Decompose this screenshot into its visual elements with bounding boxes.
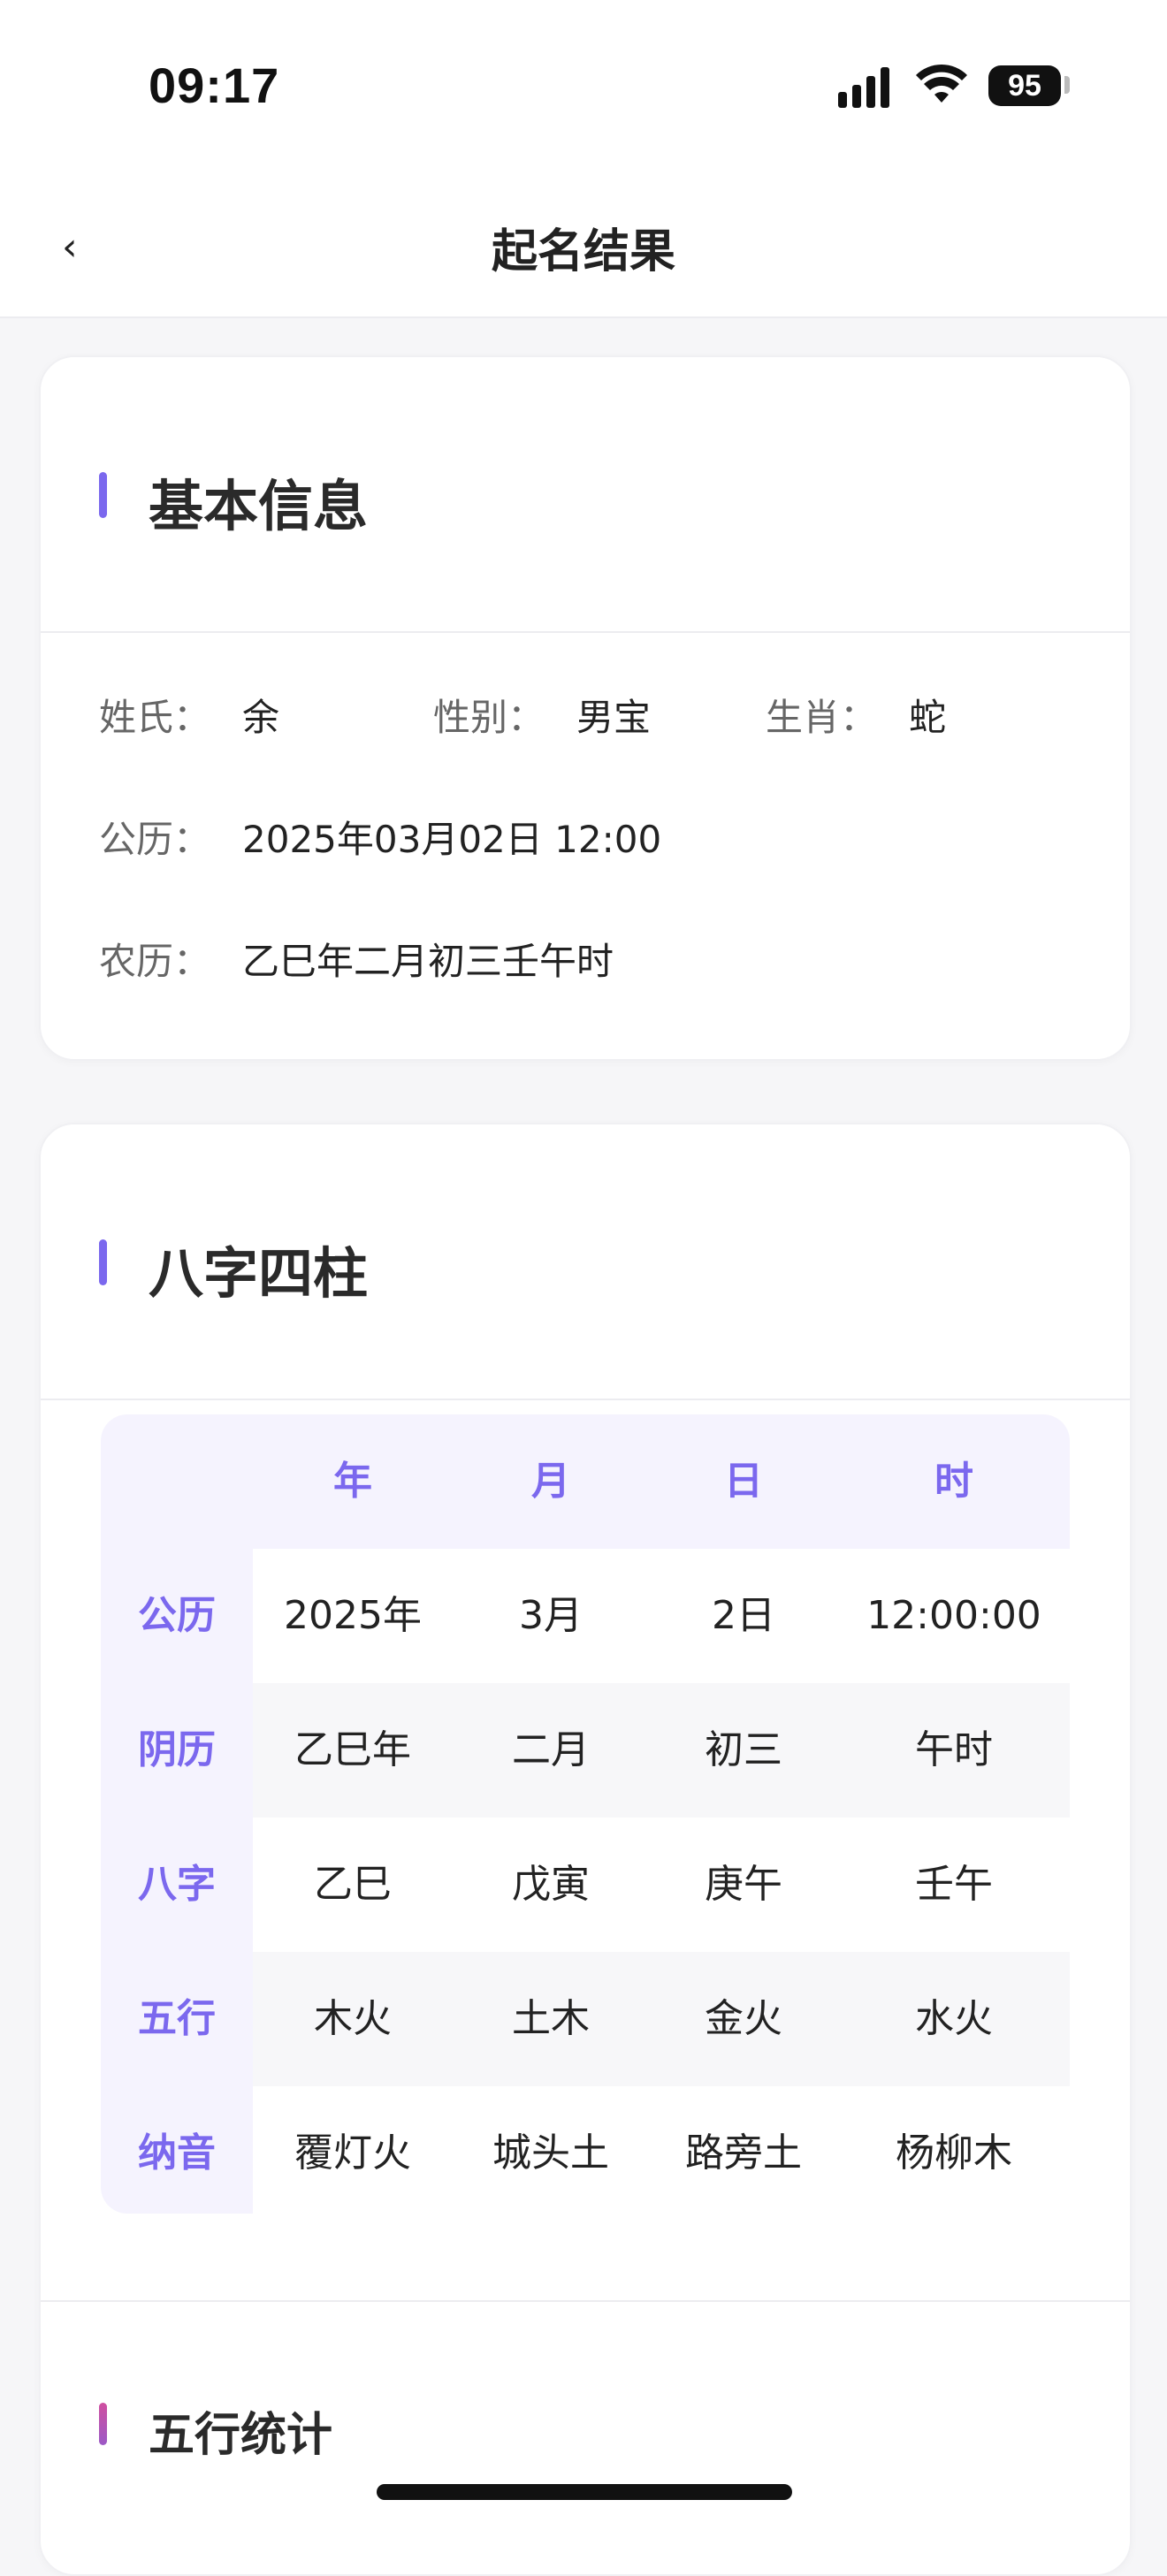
table-header-row: 年 月 日 时 [101, 1414, 1070, 1549]
lunar-date-value: 乙巳年二月初三壬午时 [242, 940, 614, 983]
table-cell: 戊寅 [512, 1862, 590, 1907]
table-cell: 庚午 [705, 1862, 782, 1907]
section-divider [41, 2300, 1130, 2302]
table-cell: 金火 [705, 1996, 782, 2041]
battery-cap [1064, 76, 1070, 94]
section-title: 八字四柱 [149, 1241, 369, 1306]
table-cell: 木火 [314, 1996, 392, 2041]
zodiac-value: 蛇 [909, 696, 947, 739]
table-cell: 水火 [915, 1996, 993, 2041]
table-cell: 乙巳 [314, 1862, 392, 1907]
table-cell: 覆灯火 [294, 2130, 411, 2176]
table-cell: 城头土 [492, 2130, 609, 2176]
table-cell: 乙巳年 [294, 1727, 411, 1772]
solar-date-value: 2025年03月02日 12:00 [242, 818, 662, 861]
status-time: 09:17 [149, 57, 280, 113]
table-cell: 初三 [705, 1727, 782, 1772]
gender-label: 性别： [433, 696, 545, 739]
table-cell: 3月 [519, 1593, 583, 1638]
column-header: 年 [333, 1459, 372, 1504]
table-row: 阴历 乙巳年 二月 初三 午时 [101, 1683, 1070, 1818]
card-header: 八字四柱 [41, 1124, 1130, 1400]
battery-icon: 95 [988, 65, 1061, 106]
table-cell: 2日 [712, 1593, 775, 1638]
table-row: 公历 2025年 3月 2日 12:00:00 [101, 1549, 1070, 1683]
cellular-signal-icon [838, 65, 896, 108]
status-bar: 09:17 95 [0, 0, 1167, 177]
row-label: 阴历 [138, 1727, 216, 1772]
table-cell: 路旁土 [685, 2130, 802, 2176]
section-title: 基本信息 [149, 474, 369, 538]
lunar-date-label: 农历： [99, 940, 211, 983]
solar-date-label: 公历： [99, 818, 211, 861]
surname-value: 余 [242, 696, 280, 739]
table-cell: 土木 [512, 1996, 590, 2041]
bazi-card: 八字四柱 年 月 日 时 公历 2025年 3月 2日 12:00:00 阴历 … [39, 1123, 1132, 2576]
page-title: 起名结果 [491, 225, 675, 278]
bazi-table: 年 月 日 时 公历 2025年 3月 2日 12:00:00 阴历 乙巳年 二… [101, 1414, 1070, 2214]
nav-bar: ‹ 起名结果 [0, 177, 1167, 318]
row-label: 公历 [138, 1593, 216, 1638]
section-accent-bar [99, 2403, 107, 2445]
row-label: 纳音 [138, 2130, 216, 2176]
surname-label: 姓氏： [99, 696, 211, 739]
table-cell: 2025年 [284, 1593, 422, 1638]
table-cell: 二月 [512, 1727, 590, 1772]
table-row: 纳音 覆灯火 城头土 路旁土 杨柳木 [101, 2086, 1070, 2214]
card-header: 基本信息 [41, 357, 1130, 633]
basic-info-card: 基本信息 姓氏： 余 性别： 男宝 生肖： 蛇 公历： 2025年03月02日 … [39, 355, 1132, 1061]
table-cell: 12:00:00 [866, 1593, 1041, 1638]
wifi-icon [916, 64, 967, 103]
gender-value: 男宝 [576, 696, 652, 739]
column-header: 月 [531, 1459, 570, 1504]
table-cell: 杨柳木 [896, 2130, 1012, 2176]
zodiac-label: 生肖： [766, 696, 878, 739]
home-indicator [377, 2484, 792, 2500]
table-cell: 午时 [915, 1727, 993, 1772]
row-label: 八字 [138, 1862, 216, 1907]
table-row: 八字 乙巳 戊寅 庚午 壬午 [101, 1818, 1070, 1952]
column-header: 日 [724, 1459, 763, 1504]
row-label: 五行 [138, 1996, 216, 2041]
table-row: 五行 木火 土木 金火 水火 [101, 1952, 1070, 2086]
section-accent-bar [99, 1239, 107, 1285]
section-accent-bar [99, 472, 107, 518]
table-cell: 壬午 [915, 1862, 993, 1907]
column-header: 时 [934, 1459, 973, 1504]
wuxing-stats-title: 五行统计 [149, 2409, 333, 2462]
